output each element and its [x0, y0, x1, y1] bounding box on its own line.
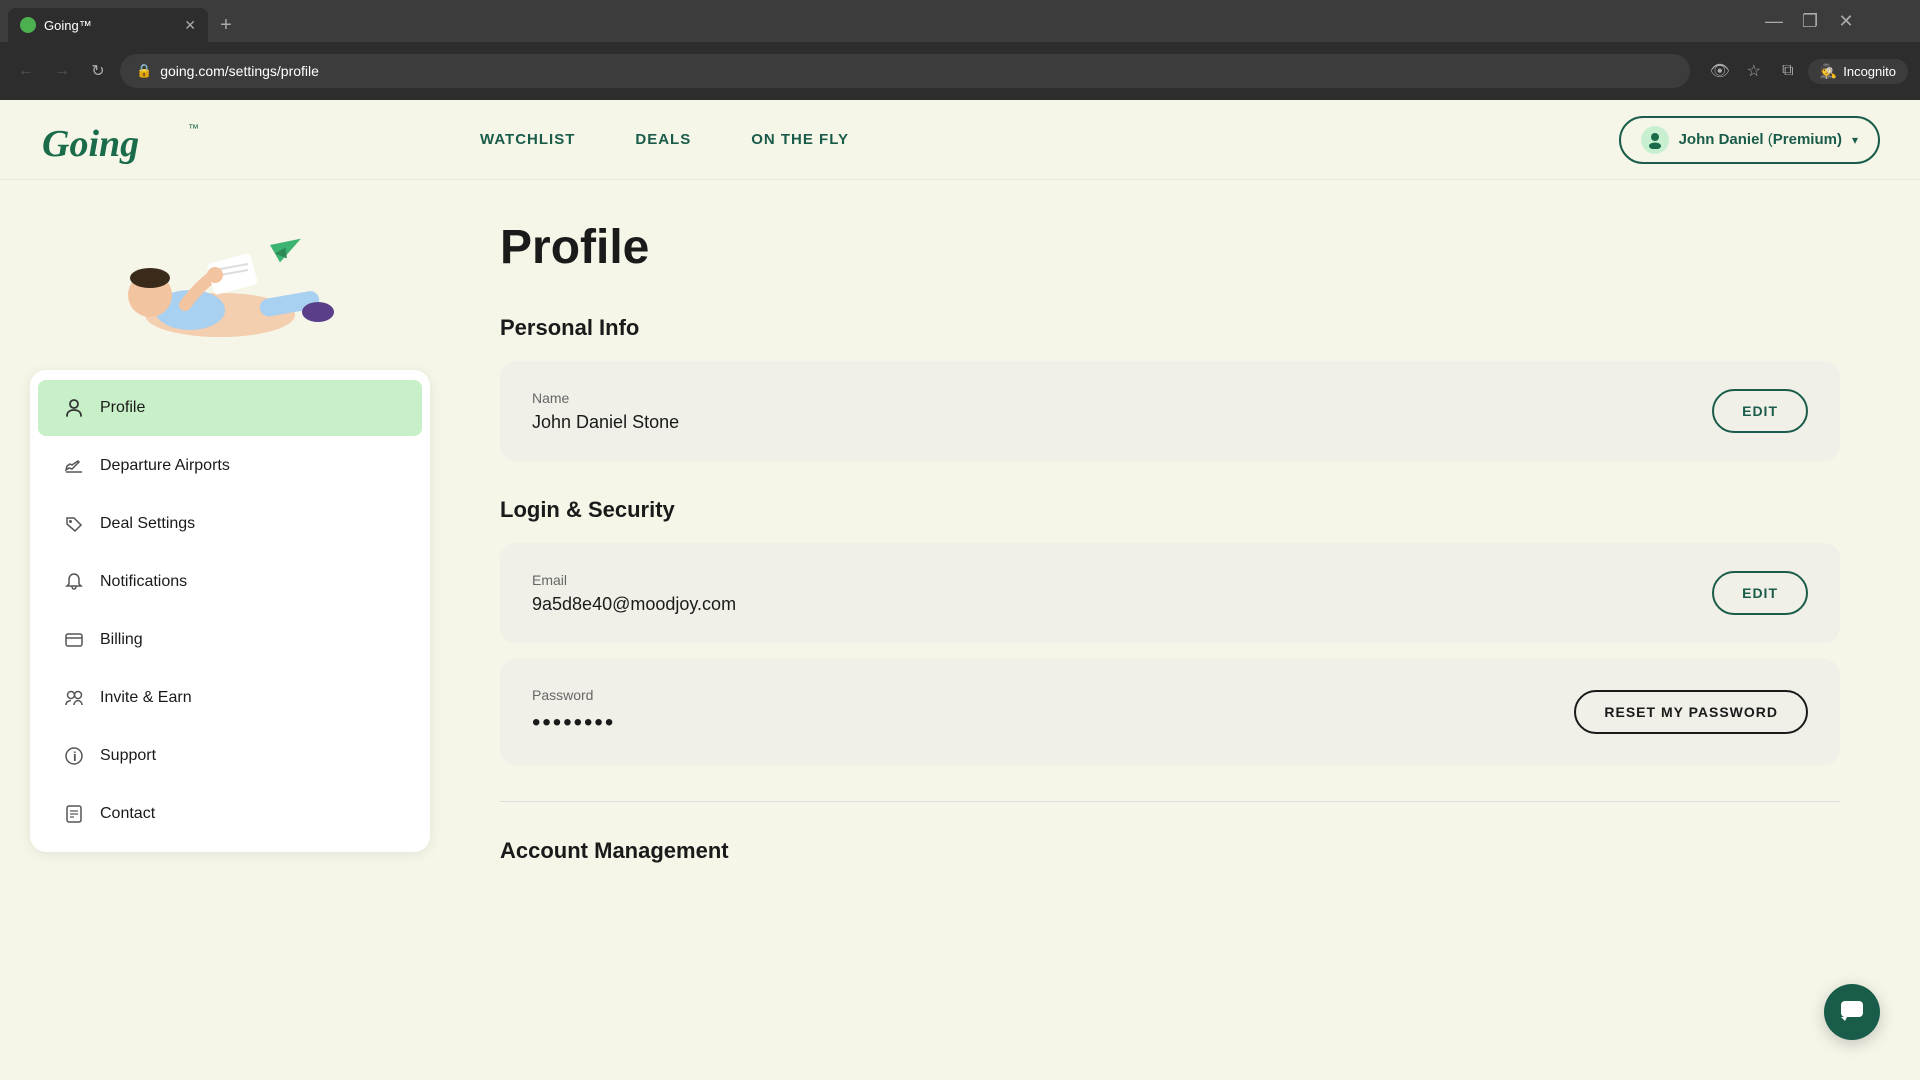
profile-icon	[62, 396, 86, 420]
sidebar-menu: Profile Departure Airports Deal Settings	[30, 370, 430, 852]
chevron-down-icon: ▾	[1852, 133, 1858, 147]
tab-close-btn[interactable]: ✕	[184, 17, 196, 34]
sidebar-item-departure-airports[interactable]: Departure Airports	[38, 438, 422, 494]
sidebar-item-label-contact: Contact	[100, 805, 155, 823]
login-security-title: Login & Security	[500, 497, 1840, 523]
edit-email-button[interactable]: EDIT	[1712, 571, 1808, 615]
sidebar-item-label-departure: Departure Airports	[100, 457, 230, 475]
logo-svg: Going ™	[40, 114, 200, 166]
user-name: John Daniel (Premium)	[1679, 131, 1842, 148]
notifications-icon	[62, 570, 86, 594]
password-card: Password •••••••• RESET MY PASSWORD	[500, 659, 1840, 765]
incognito-label: Incognito	[1843, 64, 1896, 79]
invite-earn-icon	[62, 686, 86, 710]
tab-favicon	[20, 17, 36, 33]
email-value: 9a5d8e40@moodjoy.com	[532, 594, 736, 615]
restore-btn[interactable]: ❐	[1796, 7, 1824, 35]
sidebar-item-deal-settings[interactable]: Deal Settings	[38, 496, 422, 552]
address-bar[interactable]: 🔒 going.com/settings/profile	[120, 54, 1690, 88]
sidebar-item-profile[interactable]: Profile	[38, 380, 422, 436]
departure-airports-icon	[62, 454, 86, 478]
account-management-title: Account Management	[500, 838, 1840, 864]
bookmark-icon[interactable]: ☆	[1740, 57, 1768, 85]
forward-btn[interactable]: →	[48, 57, 76, 85]
edit-name-button[interactable]: EDIT	[1712, 389, 1808, 433]
name-info: Name John Daniel Stone	[532, 390, 679, 433]
avatar	[1641, 126, 1669, 154]
password-value: ••••••••	[532, 709, 615, 737]
nav-deals[interactable]: DEALS	[635, 131, 691, 148]
top-nav: Going ™ WATCHLIST DEALS ON THE FLY John …	[0, 100, 1920, 180]
sidebar-item-label-profile: Profile	[100, 399, 145, 417]
email-label: Email	[532, 572, 736, 588]
incognito-btn[interactable]: 🕵 Incognito	[1808, 59, 1908, 84]
nav-links: WATCHLIST DEALS ON THE FLY	[480, 131, 849, 148]
browser-tab[interactable]: Going™ ✕	[8, 8, 208, 42]
svg-text:™: ™	[188, 123, 199, 135]
password-info: Password ••••••••	[532, 687, 615, 737]
nav-on-the-fly[interactable]: ON THE FLY	[751, 131, 849, 148]
close-btn[interactable]: ✕	[1832, 7, 1860, 35]
sidebar-item-invite-earn[interactable]: Invite & Earn	[38, 670, 422, 726]
logo[interactable]: Going ™	[40, 114, 200, 166]
name-value: John Daniel Stone	[532, 412, 679, 433]
url-text: going.com/settings/profile	[160, 63, 319, 79]
sidebar-item-support[interactable]: i Support	[38, 728, 422, 784]
svg-text:i: i	[73, 749, 77, 764]
sidebar-item-label-invite-earn: Invite & Earn	[100, 689, 192, 707]
minimize-btn[interactable]: —	[1760, 7, 1788, 35]
user-menu[interactable]: John Daniel (Premium) ▾	[1619, 116, 1880, 164]
lock-icon: 🔒	[136, 63, 152, 79]
sidebar-item-billing[interactable]: Billing	[38, 612, 422, 668]
incognito-icon: 🕵	[1820, 63, 1837, 80]
back-btn[interactable]: ←	[12, 57, 40, 85]
profile-content: Profile Personal Info Name John Daniel S…	[460, 180, 1920, 1080]
personal-info-title: Personal Info	[500, 315, 1840, 341]
sidebar-illustration	[60, 200, 360, 360]
profile-switch-icon[interactable]: ⧉	[1774, 57, 1802, 85]
contact-icon	[62, 802, 86, 826]
reload-btn[interactable]: ↻	[84, 57, 112, 85]
sidebar: Profile Departure Airports Deal Settings	[0, 180, 460, 1080]
chat-icon	[1839, 999, 1865, 1025]
name-card: Name John Daniel Stone EDIT	[500, 361, 1840, 461]
reset-password-button[interactable]: RESET MY PASSWORD	[1574, 690, 1808, 734]
svg-text:Going: Going	[42, 123, 139, 165]
password-label: Password	[532, 687, 615, 703]
eye-slash-icon: 👁	[1706, 57, 1734, 85]
new-tab-btn[interactable]: +	[212, 11, 240, 39]
page-title: Profile	[500, 220, 1840, 275]
support-icon: i	[62, 744, 86, 768]
section-divider	[500, 801, 1840, 802]
person-illustration	[60, 200, 340, 360]
sidebar-item-label-billing: Billing	[100, 631, 143, 649]
sidebar-item-label-deal-settings: Deal Settings	[100, 515, 195, 533]
email-info: Email 9a5d8e40@moodjoy.com	[532, 572, 736, 615]
sidebar-item-label-notifications: Notifications	[100, 573, 187, 591]
sidebar-item-label-support: Support	[100, 747, 156, 765]
sidebar-item-notifications[interactable]: Notifications	[38, 554, 422, 610]
tab-title: Going™	[44, 18, 92, 33]
name-label: Name	[532, 390, 679, 406]
main-content: Profile Departure Airports Deal Settings	[0, 180, 1920, 1080]
deal-settings-icon	[62, 512, 86, 536]
billing-icon	[62, 628, 86, 652]
nav-watchlist[interactable]: WATCHLIST	[480, 131, 575, 148]
chat-button[interactable]	[1824, 984, 1880, 1040]
email-card: Email 9a5d8e40@moodjoy.com EDIT	[500, 543, 1840, 643]
sidebar-item-contact[interactable]: Contact	[38, 786, 422, 842]
